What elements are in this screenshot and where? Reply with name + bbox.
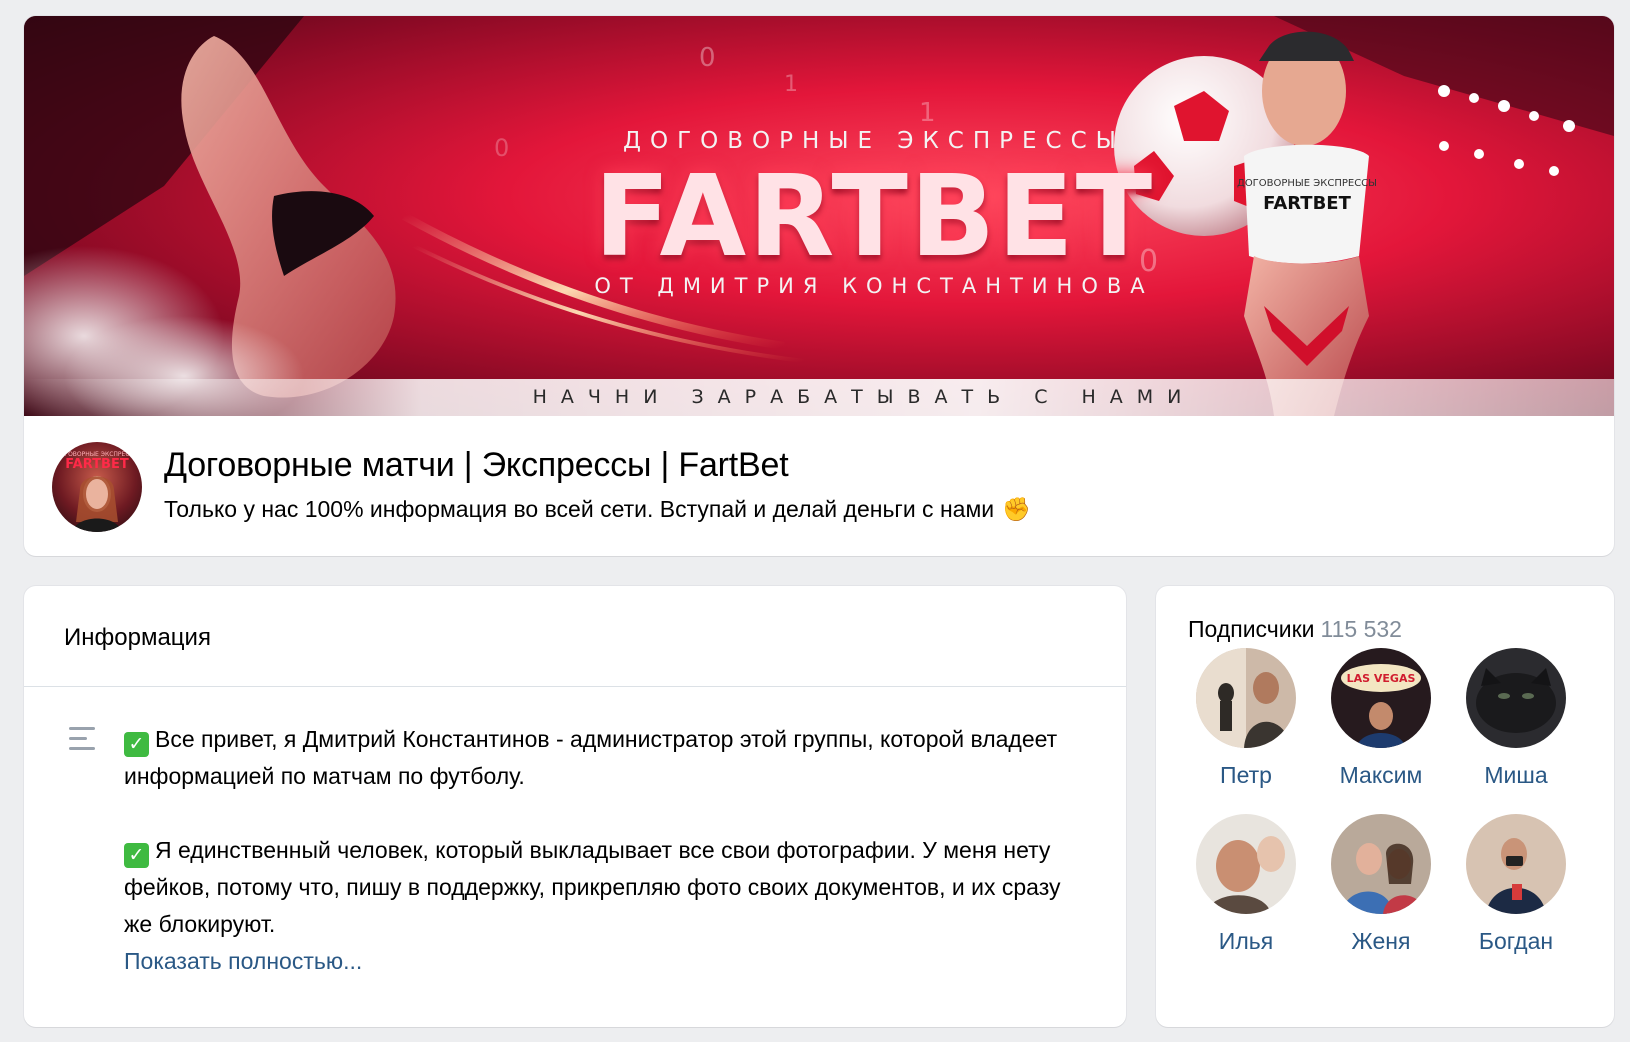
member-item[interactable]: Миша [1446, 648, 1586, 798]
members-count: 115 532 [1320, 616, 1402, 642]
member-name: Богдан [1478, 928, 1554, 954]
info-paragraph: ✓ Я единственный человек, который выклады… [124, 832, 1084, 943]
member-name: Петр [1220, 762, 1272, 788]
check-mark-icon: ✓ [124, 732, 149, 757]
info-paragraph: ✓ Все привет, я Дмитрий Константинов - ад… [124, 721, 1084, 795]
cover-subtitle: ДОГОВОРНЫЕ ЭКСПРЕССЫ [623, 128, 1125, 154]
group-cover[interactable]: 0 1 1 0 0 ДОГОВОРНЫЕ ЭКСПРЕССЫ FARTBET Д… [24, 16, 1614, 416]
member-item[interactable]: LAS VEGAS Максим [1311, 648, 1451, 798]
member-name: Миша [1484, 762, 1548, 788]
info-card: Информация ✓ Все привет, я Дмитрий Конста… [24, 586, 1126, 1027]
group-title: Договорные матчи | Экспрессы | FartBet [164, 446, 789, 484]
check-mark-icon: ✓ [124, 843, 149, 868]
raised-fist-icon: ✊ [1002, 496, 1031, 522]
member-item[interactable]: Илья [1176, 814, 1316, 964]
members-header[interactable]: Подписчики 115 532 [1188, 616, 1402, 643]
info-paragraph-1-text: Все привет, я Дмитрий Константинов - адм… [124, 726, 1058, 789]
member-name: Женя [1351, 928, 1411, 954]
member-avatar: LAS VEGAS [1331, 648, 1431, 748]
vegas-sign-text: LAS VEGAS [1347, 672, 1416, 685]
group-header-card: 0 1 1 0 0 ДОГОВОРНЫЕ ЭКСПРЕССЫ FARTBET Д… [24, 16, 1614, 556]
info-description: ✓ Все привет, я Дмитрий Константинов - ад… [124, 721, 1084, 980]
svg-text:1: 1 [919, 98, 936, 128]
member-name: Максим [1339, 762, 1423, 788]
members-card: Подписчики 115 532 Петр LAS VEGAS Максим… [1156, 586, 1614, 1027]
member-item[interactable]: Женя [1311, 814, 1451, 964]
member-avatar [1331, 814, 1431, 914]
shirt-logo-text: FARTBET [1263, 193, 1352, 214]
group-status: Только у нас 100% информация во всей сет… [164, 496, 1031, 523]
member-avatar [1466, 814, 1566, 914]
avatar-logo-text: FARTBET [65, 457, 129, 472]
member-avatar [1466, 648, 1566, 748]
cover-author: ОТ ДМИТРИЯ КОНСТАНТИНОВА [594, 274, 1154, 298]
members-label: Подписчики [1188, 616, 1315, 642]
svg-text:0: 0 [699, 43, 716, 73]
member-avatar [1196, 814, 1296, 914]
cover-logo-text: FARTBET [593, 152, 1155, 282]
show-more-link[interactable]: Показать полностью... [124, 943, 1084, 980]
shirt-small-text: ДОГОВОРНЫЕ ЭКСПРЕССЫ [1237, 178, 1377, 189]
cover-tagline: НАЧНИ ЗАРАБАТЫВАТЬ С НАМИ [532, 386, 1196, 408]
info-card-title: Информация [64, 624, 211, 651]
member-item[interactable]: Петр [1176, 648, 1316, 798]
member-name: Илья [1218, 928, 1274, 954]
info-divider [24, 686, 1126, 687]
description-icon [69, 727, 95, 750]
info-paragraph-2-text: Я единственный человек, который выкладыв… [124, 837, 1061, 937]
group-info: ДОГОВОРНЫЕ ЭКСПРЕССЫ FARTBET Договорные … [24, 416, 1614, 556]
member-item[interactable]: Богдан [1446, 814, 1586, 964]
group-avatar-image: ДОГОВОРНЫЕ ЭКСПРЕССЫ FARTBET [55, 451, 139, 532]
group-status-text: Только у нас 100% информация во всей сет… [164, 496, 995, 522]
member-avatar [1196, 648, 1296, 748]
group-page: 0 1 1 0 0 ДОГОВОРНЫЕ ЭКСПРЕССЫ FARTBET Д… [0, 0, 1630, 1042]
svg-text:1: 1 [784, 72, 798, 97]
group-avatar[interactable]: ДОГОВОРНЫЕ ЭКСПРЕССЫ FARTBET [52, 442, 142, 532]
svg-text:0: 0 [494, 134, 509, 162]
